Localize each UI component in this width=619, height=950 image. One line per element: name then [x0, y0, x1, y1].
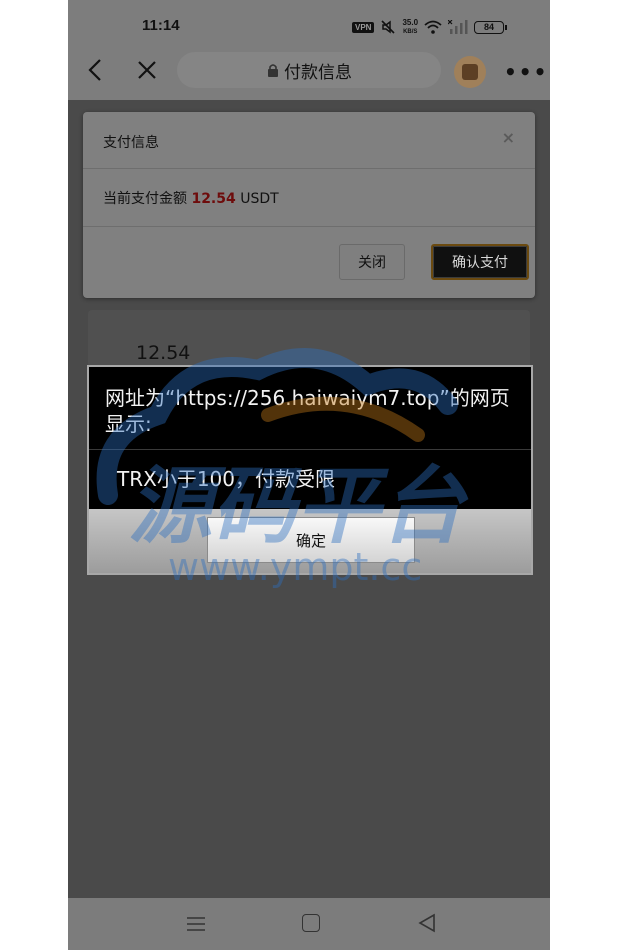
- payment-info-card: 支付信息 × 当前支付金额 12.54 USDT 关闭 确认支付: [83, 112, 535, 298]
- browser-nav-bar: 付款信息 •••: [68, 50, 550, 100]
- confirm-payment-button[interactable]: 确认支付: [431, 244, 529, 280]
- alert-ok-button[interactable]: 确定: [207, 517, 415, 563]
- divider: [83, 168, 535, 169]
- mute-icon: [381, 20, 396, 34]
- lock-icon: [268, 64, 278, 77]
- payment-amount-row: 当前支付金额 12.54 USDT: [103, 188, 279, 208]
- more-icon[interactable]: •••: [504, 60, 548, 84]
- currency-label: USDT: [240, 191, 279, 207]
- back-icon[interactable]: [84, 58, 108, 82]
- wifi-icon: [424, 20, 442, 34]
- divider: [83, 226, 535, 227]
- status-bar: 11:14 VPN 35.0 KB/S 84: [68, 0, 550, 50]
- status-time: 11:14: [142, 17, 180, 34]
- phone-screen: 11:14 VPN 35.0 KB/S 84 付款信息 ••• 支付信息 × 当…: [68, 0, 550, 950]
- alert-divider: [89, 449, 531, 450]
- speed-unit: KB/S: [403, 28, 418, 35]
- vpn-icon: VPN: [352, 21, 375, 33]
- alert-button-bar: 确定: [89, 509, 531, 573]
- page-title-pill[interactable]: 付款信息: [177, 52, 441, 88]
- lower-amount-value: 12.54: [136, 342, 191, 364]
- alert-dialog: 网址为“https://256.haiwaiym7.top”的网页显示: TRX…: [87, 365, 533, 575]
- back-triangle-icon[interactable]: [418, 913, 436, 933]
- battery-icon: 84: [474, 20, 508, 34]
- alert-title: 网址为“https://256.haiwaiym7.top”的网页显示:: [105, 386, 510, 436]
- system-nav-bar: [68, 898, 550, 950]
- page-title: 付款信息: [284, 62, 352, 83]
- payment-card-title: 支付信息: [103, 135, 159, 151]
- status-icons: VPN 35.0 KB/S 84: [352, 17, 508, 37]
- close-icon[interactable]: [136, 59, 158, 81]
- network-speed: 35.0 KB/S: [402, 17, 419, 36]
- home-icon[interactable]: [302, 914, 320, 932]
- close-button[interactable]: 关闭: [339, 244, 405, 280]
- alert-message: TRX小于100，付款受限: [117, 467, 335, 491]
- avatar-image: [462, 64, 478, 80]
- speed-value: 35.0: [402, 17, 419, 27]
- signal-icon: [448, 20, 468, 34]
- amount-value: 12.54: [191, 191, 236, 207]
- avatar[interactable]: [454, 56, 486, 88]
- card-close-icon[interactable]: ×: [502, 128, 515, 147]
- menu-icon[interactable]: [186, 915, 206, 933]
- amount-label: 当前支付金额: [103, 191, 187, 207]
